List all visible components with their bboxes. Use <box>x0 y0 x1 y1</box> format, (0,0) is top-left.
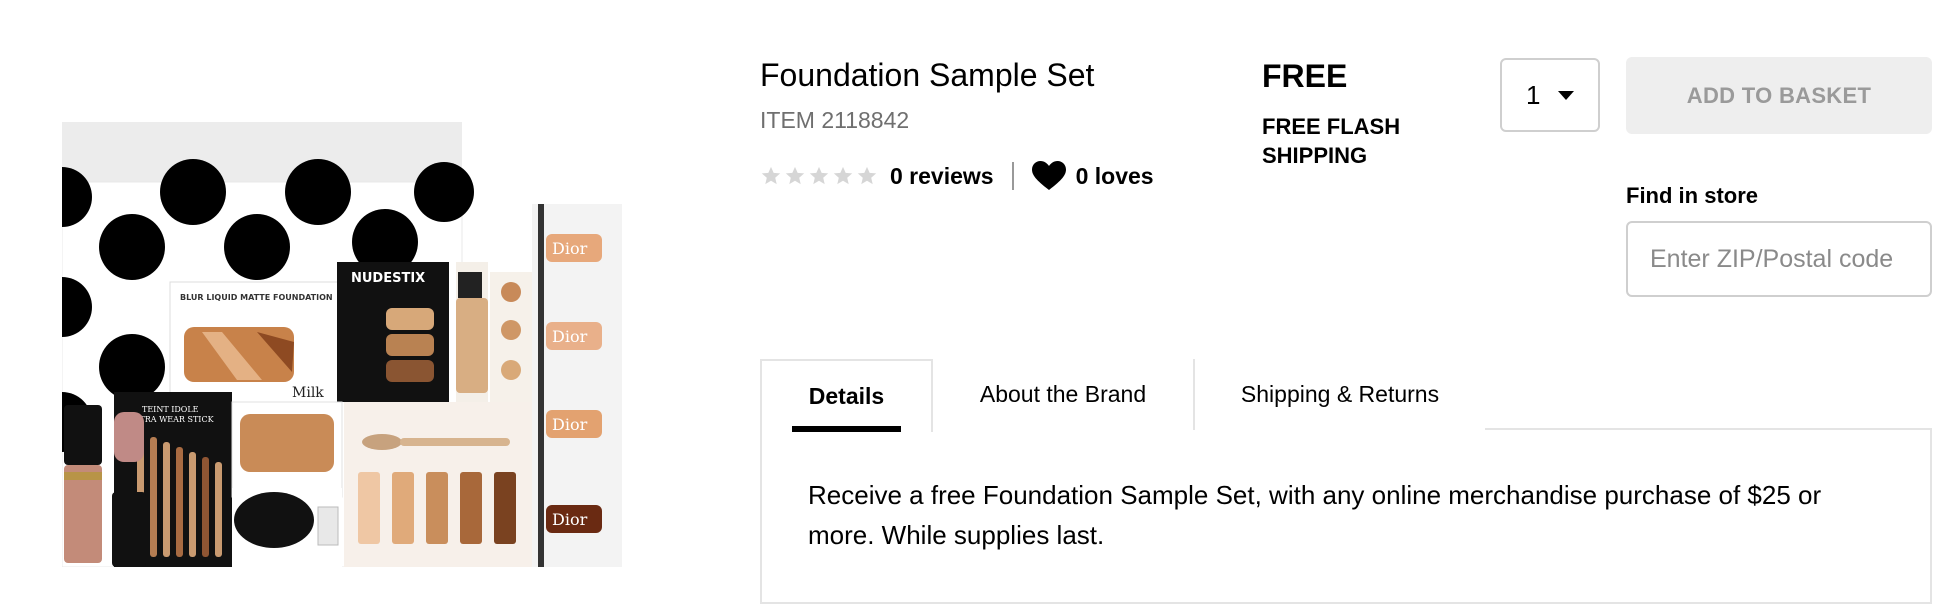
shipping-note: FREE FLASH SHIPPING <box>1262 114 1401 168</box>
tab-details[interactable]: Details <box>760 359 933 432</box>
divider <box>1011 162 1014 190</box>
find-in-store-label: Find in store <box>1626 183 1758 208</box>
tab-shipping-returns[interactable]: Shipping & Returns <box>1195 359 1485 430</box>
nudestix-logo: NUDESTIX <box>351 271 425 286</box>
reviews-link[interactable]: 0 reviews <box>890 163 994 190</box>
svg-text:Dior: Dior <box>552 239 588 258</box>
rating-row: 0 reviews 0 loves <box>760 160 1154 192</box>
pouch-top <box>62 122 462 182</box>
svg-text:TEINT IDOLE: TEINT IDOLE <box>142 405 199 414</box>
product-image: BLUR LIQUID MATTE FOUNDATION Milk NUDEST… <box>62 122 622 567</box>
loves-count: 0 loves <box>1075 162 1154 189</box>
tab-label: Details <box>808 383 885 409</box>
caret-down-icon <box>1558 90 1574 100</box>
tab-label: Shipping & Returns <box>1240 381 1440 407</box>
star-outline-icon <box>857 166 877 185</box>
active-tab-indicator <box>792 426 901 432</box>
blur-foundation-text: BLUR LIQUID MATTE FOUNDATION <box>180 293 333 302</box>
milk-logo: Milk <box>292 385 324 401</box>
svg-text:Dior: Dior <box>552 415 588 434</box>
quantity-select[interactable]: 1 <box>1500 58 1600 132</box>
zip-input[interactable] <box>1626 221 1932 297</box>
quantity-value: 1 <box>1526 79 1541 110</box>
tab-about-brand[interactable]: About the Brand <box>933 359 1195 430</box>
star-outline-icon <box>761 166 781 185</box>
details-text: Receive a free Foundation Sample Set, wi… <box>808 480 1822 550</box>
star-outline-icon <box>833 166 853 185</box>
svg-text:Dior: Dior <box>552 510 588 529</box>
heart-icon[interactable] <box>1031 161 1066 191</box>
svg-text:Dior: Dior <box>552 327 588 346</box>
add-to-basket-button[interactable]: ADD TO BASKET <box>1626 57 1932 134</box>
star-outline-icon <box>785 166 805 185</box>
product-title: Foundation Sample Set <box>760 57 1095 93</box>
tab-label: About the Brand <box>979 381 1147 407</box>
price: FREE <box>1262 58 1348 94</box>
star-rating[interactable] <box>760 165 878 187</box>
star-outline-icon <box>809 166 829 185</box>
item-number: ITEM 2118842 <box>760 107 910 133</box>
